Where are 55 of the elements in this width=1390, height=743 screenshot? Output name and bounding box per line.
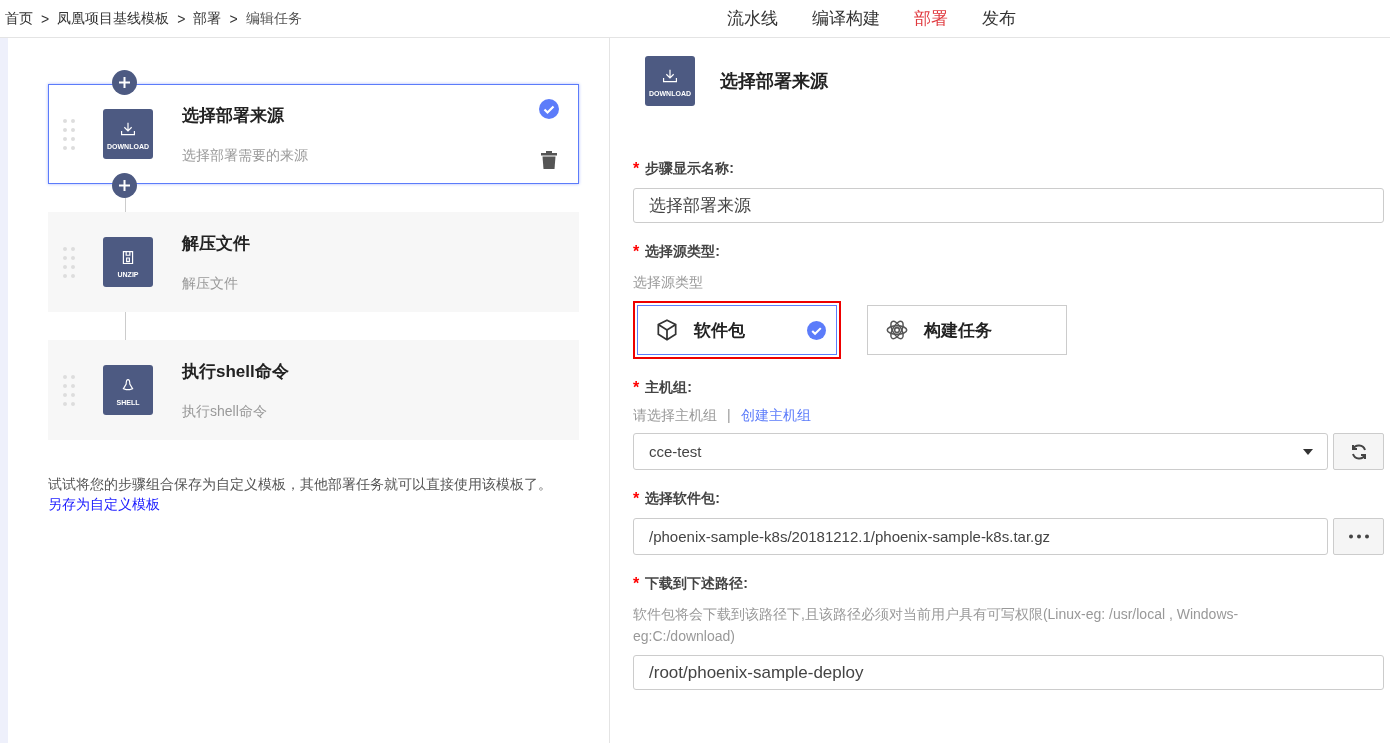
more-icon <box>1347 534 1370 539</box>
plus-icon <box>119 77 130 88</box>
nav-tab[interactable]: 发布 <box>982 7 1016 30</box>
nav-tab[interactable]: 部署 <box>914 7 948 30</box>
source-type-option[interactable]: 构建任务 <box>867 305 1067 355</box>
step-description: 选择部署需要的来源 <box>182 146 308 165</box>
step-description: 执行shell命令 <box>182 402 268 421</box>
package-path-field[interactable]: /phoenix-sample-k8s/20181212.1/phoenix-sample-k8s.tar.gz <box>633 518 1328 555</box>
drag-handle-icon[interactable] <box>63 118 75 150</box>
text-field[interactable]: /root/phoenix-sample-deploy <box>633 655 1384 690</box>
breadcrumb-item: 编辑任务 <box>245 9 302 28</box>
field-hint: 请选择主机组 <box>633 407 717 425</box>
plus-icon <box>119 180 130 191</box>
refresh-button[interactable] <box>1333 433 1384 470</box>
drag-handle-icon[interactable] <box>63 246 75 278</box>
breadcrumb-separator: > <box>229 10 238 27</box>
breadcrumb-separator: > <box>41 10 50 27</box>
save-template-link[interactable]: 另存为自定义模板 <box>48 496 160 512</box>
field-label: 步骤显示名称: <box>645 160 734 178</box>
caret-icon <box>1303 448 1313 455</box>
field-hint: 选择源类型 <box>633 273 704 292</box>
check-icon <box>539 99 559 119</box>
create-host-group-link[interactable]: 创建主机组 <box>740 407 811 425</box>
nav-tab[interactable]: 流水线 <box>727 7 778 30</box>
field-label: 选择软件包: <box>645 490 720 508</box>
box-icon <box>654 317 680 343</box>
source-type-option[interactable]: 软件包 <box>637 305 837 355</box>
breadcrumb-item[interactable]: 部署 <box>193 9 222 28</box>
step-heading: 选择部署来源 <box>720 70 828 93</box>
field-hint: 软件包将会下载到该路径下,且该路径必须对当前用户具有可写权限(Linux-eg: /usr/local , Windows-eg:C:/download) <box>633 605 1240 646</box>
template-hint: 试试将您的步骤组合保存为自定义模板，其他部署任务就可以直接使用该模板了。 <box>48 475 553 494</box>
step-title: 执行shell命令 <box>182 360 289 383</box>
text-field[interactable]: 选择部署来源 <box>633 188 1384 223</box>
field-label: 主机组: <box>645 379 692 397</box>
step-description: 解压文件 <box>182 274 239 293</box>
required-asterisk: * <box>633 575 640 593</box>
drag-handle-icon[interactable] <box>63 374 75 406</box>
add-step-button[interactable] <box>112 70 137 95</box>
host-group-select[interactable]: cce-test <box>633 433 1328 470</box>
step-title: 解压文件 <box>182 232 250 255</box>
trash-icon[interactable] <box>541 151 557 169</box>
nav-tab[interactable]: 编译构建 <box>812 7 880 30</box>
field-label: 选择源类型: <box>645 243 720 261</box>
required-asterisk: * <box>633 160 640 178</box>
breadcrumb-separator: > <box>177 10 186 27</box>
required-asterisk: * <box>633 379 640 397</box>
step-title: 选择部署来源 <box>182 104 285 127</box>
breadcrumb-item[interactable]: 凤凰项目基线模板 <box>57 9 170 28</box>
check-icon <box>807 320 826 340</box>
separator: | <box>727 407 731 425</box>
required-asterisk: * <box>633 490 640 508</box>
field-label: 下载到下述路径: <box>645 575 748 593</box>
breadcrumb-item[interactable]: 首页 <box>5 9 33 28</box>
required-asterisk: * <box>633 243 640 261</box>
add-step-button[interactable] <box>112 173 137 198</box>
